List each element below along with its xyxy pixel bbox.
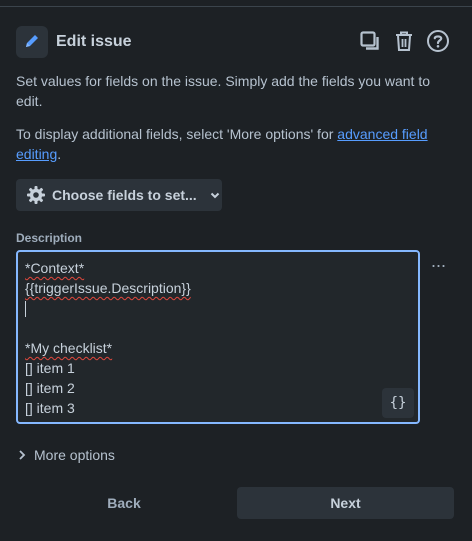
panel-header: Edit issue [16, 25, 456, 59]
text-caret [25, 301, 26, 318]
next-button[interactable]: Next [237, 487, 454, 519]
back-button[interactable]: Back [16, 487, 232, 519]
editor-line: *Context* [25, 260, 85, 276]
editor-line [25, 298, 191, 318]
page-title: Edit issue [56, 33, 132, 50]
help-icon[interactable] [426, 27, 450, 55]
copy-icon[interactable] [358, 27, 382, 55]
advanced-editing-hint: To display additional fields, select 'Mo… [16, 124, 436, 164]
intro-text: Set values for fields on the issue. Simp… [16, 73, 431, 109]
description-editor[interactable]: *Context* {{triggerIssue.Description}} *… [16, 250, 420, 424]
gear-icon [26, 185, 46, 205]
editor-line: [] item 1 [25, 360, 75, 376]
trash-icon[interactable] [392, 27, 416, 55]
hint-prefix: To display additional fields, select 'Mo… [16, 126, 338, 142]
pencil-icon [23, 32, 41, 53]
smart-values-button[interactable]: {} [382, 388, 414, 418]
more-options-toggle[interactable]: More options [18, 447, 115, 463]
editor-line: *My checklist* [25, 340, 113, 356]
top-divider [0, 6, 472, 7]
chevron-right-icon [18, 450, 26, 460]
choose-fields-label: Choose fields to set... [52, 187, 197, 203]
more-actions-icon[interactable]: ··· [426, 255, 450, 275]
more-options-label: More options [34, 447, 115, 463]
chevron-down-icon [209, 189, 221, 201]
description-label: Description [16, 231, 83, 245]
hint-suffix: . [57, 146, 62, 162]
edit-issue-badge [16, 26, 48, 58]
choose-fields-button[interactable]: Choose fields to set... [16, 179, 222, 211]
editor-line: [] item 2 [25, 380, 75, 396]
editor-line: {{triggerIssue.Description}} [25, 280, 191, 296]
editor-line: [] item 3 [25, 400, 75, 416]
